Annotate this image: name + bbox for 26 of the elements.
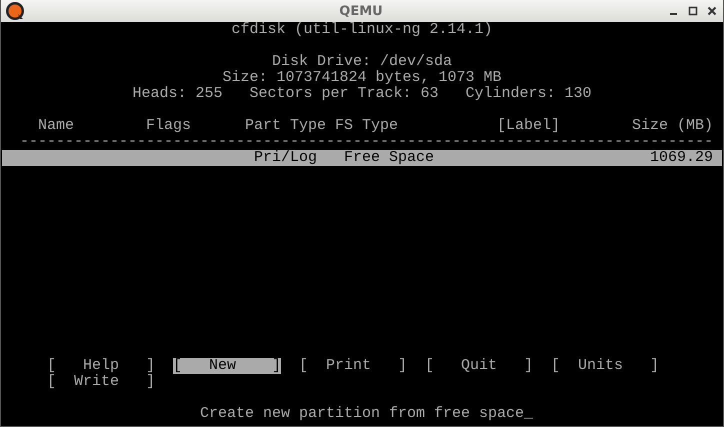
column-header: Part Type	[245, 118, 326, 134]
table-cell: Pri/Log	[254, 150, 318, 166]
menu-button[interactable]: [ Quit ]	[425, 358, 534, 374]
column-header: [Label]	[497, 118, 560, 134]
menu-button[interactable]: [ Help ]	[47, 358, 156, 374]
program-title: cfdisk (util-linux-ng 2.14.1)	[231, 22, 493, 38]
column-header: FS Type	[335, 118, 398, 134]
app-logo-icon	[5, 1, 25, 21]
close-icon[interactable]	[707, 6, 717, 16]
table-cell: 1069.29	[650, 150, 714, 166]
column-header: Size (MB)	[632, 118, 714, 134]
table-cell: Free Space	[344, 150, 434, 166]
maximize-icon[interactable]	[688, 6, 698, 16]
column-header: Name	[38, 118, 74, 134]
header-separator: -----------------------------------------------------------------------------	[20, 134, 714, 150]
menu-button[interactable]: [ Units ]	[551, 358, 660, 374]
disk-info-text: Disk Drive: /dev/sda	[272, 54, 452, 70]
menu-button[interactable]: [ Print ]	[299, 358, 408, 374]
disk-info-text: Size: 1073741824 bytes, 1073 MB	[222, 70, 502, 86]
disk-info-text: Heads: 255 Sectors per Track: 63 Cylinders: 130	[132, 86, 592, 102]
column-header: Flags	[146, 118, 192, 134]
menu-button[interactable]: [ Write ]	[47, 374, 156, 390]
status-message: Create new partition from free space_	[200, 406, 534, 422]
menu-button[interactable]: [ New ]	[173, 358, 282, 374]
partition-row[interactable]	[2, 150, 722, 166]
window-title: QEMU	[339, 4, 383, 18]
